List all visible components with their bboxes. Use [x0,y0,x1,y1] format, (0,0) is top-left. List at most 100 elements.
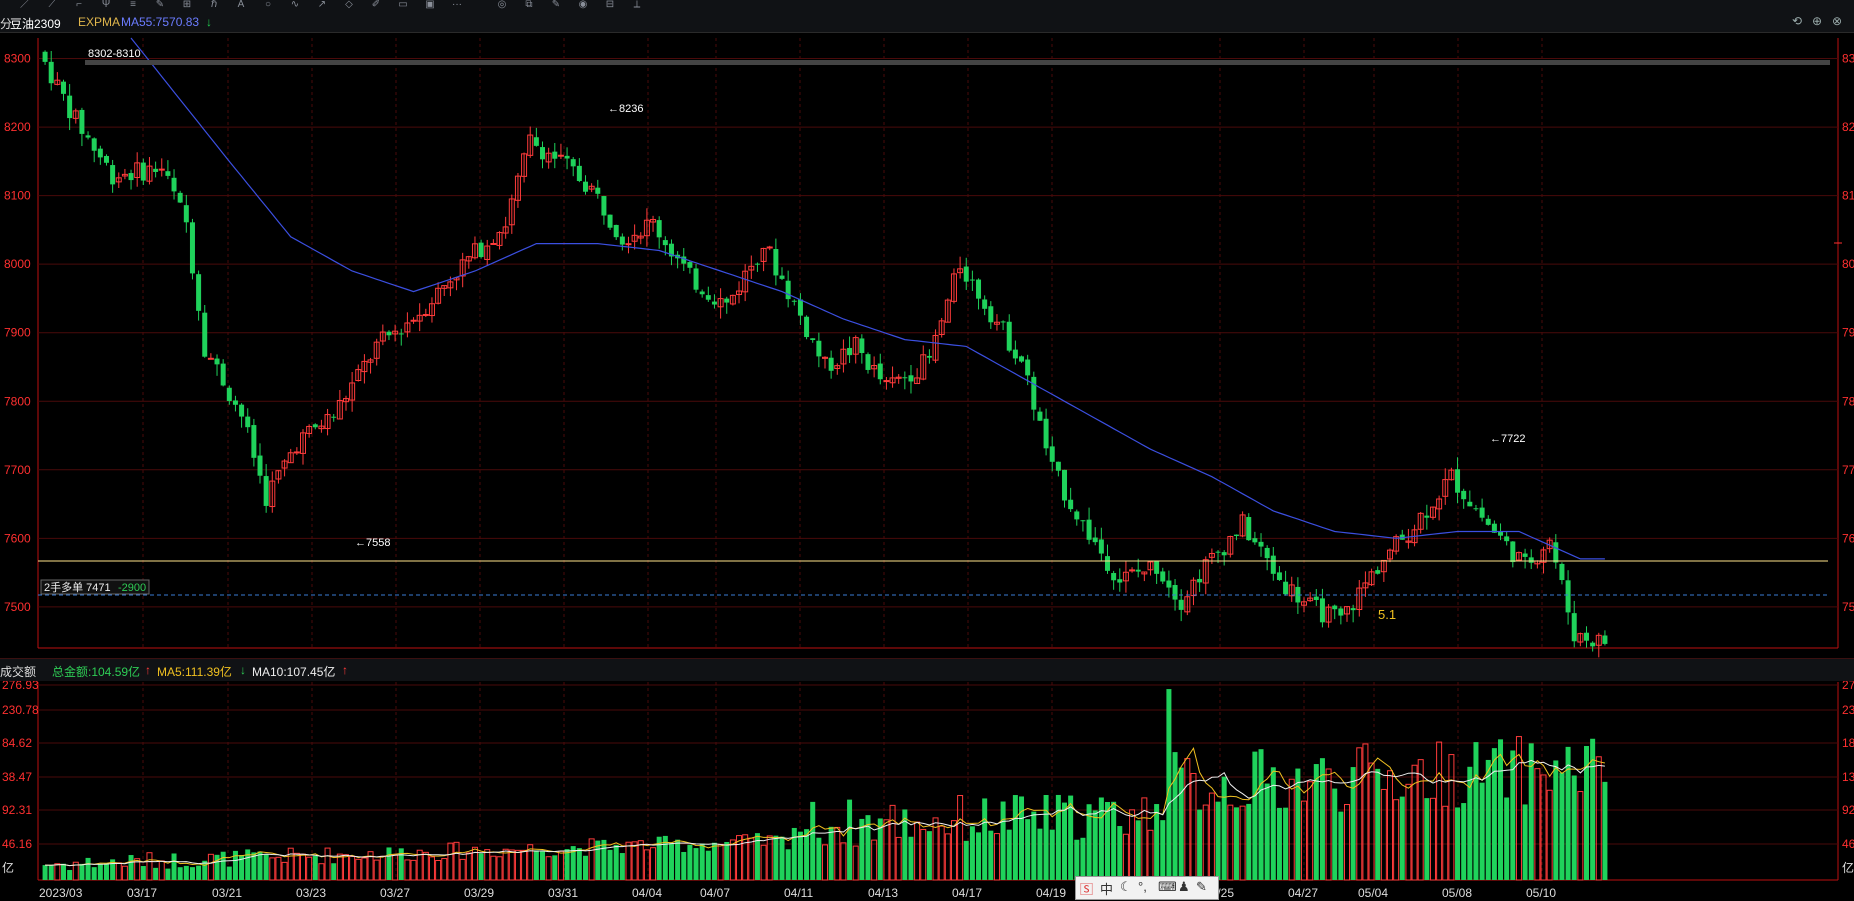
candle-body-down [1037,411,1043,421]
volume-bar-down [693,848,699,880]
volume-bar-down [1117,826,1123,880]
candle-body-down [1424,515,1430,518]
volume-bar-up [502,848,509,881]
candle-body-down [1559,563,1565,581]
volume-title: 成交额 [0,665,37,679]
volume-bar-up [957,795,964,881]
volume-bar-down [908,836,914,880]
candle-body-down [257,455,263,476]
volume-bar-up [650,847,657,881]
volume-bar-up [643,849,650,881]
candle-body-down [595,187,601,194]
ime-moon-icon[interactable]: ☾ [1120,879,1132,895]
volume-bar-up [1208,792,1215,881]
volume-bar-up [459,858,466,881]
ime-logo-icon[interactable]: 🅂 [1080,879,1093,898]
candle-body-down [926,355,932,358]
ime-user-icon[interactable]: ♟ [1178,879,1190,895]
volume-bar-up [871,839,878,881]
candle-body-down [1276,572,1282,580]
price-chart[interactable]: 8300 83 8200 82 8100 81 8000 80 7900 79 7800 78 7700… [0,0,1854,901]
volume-bar-up [1442,805,1449,881]
volume-bar-down [1062,802,1068,880]
volume-bar-down [1154,804,1160,880]
candle-body-down [103,155,109,163]
candle-body-down [724,298,730,303]
ime-mode[interactable]: 中 [1100,879,1113,898]
candle-body-down [1338,608,1344,616]
volume-bar-down [1098,797,1104,880]
candle-body-down [1154,561,1160,574]
volume-bar-down [773,835,779,880]
candle-body-up [422,314,429,317]
volume-bar-down [1215,801,1221,880]
candle-body-down [165,171,171,176]
volume-bar-up [410,859,417,881]
candle-body-down [183,205,189,223]
candle-body-down [1498,531,1504,536]
candle-body-down [1166,580,1172,588]
candle-body-up [207,357,214,360]
volume-bar-up [275,856,282,881]
candle-body-down [1055,461,1061,471]
volume-bar-down [828,826,834,880]
candle-body-down [711,301,717,305]
candle-body-down [85,135,91,138]
candle-body-down [67,95,73,119]
date-tick-label: 04/04 [632,886,662,900]
range-label: 8302-8310 [88,48,141,60]
volume-bar-down [1080,837,1086,880]
candle-body-down [214,358,220,365]
volume-bar-down [1479,782,1485,880]
volume-bar-up [441,858,448,881]
candle-body-down [42,51,48,62]
volume-bar-down [1338,811,1344,880]
volume-bar-up [146,852,153,881]
volume-bar-up [484,849,491,881]
candle-body-down [1215,551,1221,553]
ime-punct-icon[interactable]: °, [1138,879,1147,894]
candle-body-down [1160,571,1166,582]
candle-body-down [220,363,226,386]
candle-body-down [847,347,853,356]
ime-settings-icon[interactable]: ✎ [1196,879,1207,895]
candle-body-up [293,451,300,454]
volume-bar-down [1522,804,1528,880]
volume-tick-label-right: 92 [1842,803,1854,817]
volume-bar-up [306,856,313,881]
volume-bar-down [1037,828,1043,880]
candle-body-down [1135,569,1141,572]
candle-body-down [576,165,582,182]
volume-bar-down [1461,803,1467,880]
volume-bar-down [48,865,54,880]
ime-keyboard-icon[interactable]: ⌨ [1158,879,1177,895]
volume-bar-up [447,842,454,881]
date-tick-label: 03/17 [127,886,157,900]
candle-body-down [902,377,908,379]
volume-bar-down [1135,820,1141,880]
volume-bar-up [1288,778,1295,881]
volume-bar-up [625,841,632,881]
candle-body-down [601,196,607,216]
price-tick-label-right: 79 [1842,326,1854,340]
volume-bar-up [1429,797,1436,881]
candle-body-down [1080,520,1086,522]
candle-body-down [1172,585,1178,600]
ime-toolbar[interactable]: 🅂 中 ☾ °, ⌨ ♟ ✎ [1075,876,1219,900]
volume-bar-down [816,837,822,880]
volume-bar-down [153,867,159,880]
volume-bar-up [1577,791,1584,881]
candle-body-down [1565,580,1571,613]
volume-bar-down [1258,749,1264,880]
volume-bar-down [177,867,183,880]
candle-body-down [828,357,834,371]
volume-bar-down [140,866,146,880]
candle-body-down [1590,642,1596,647]
candle-body-down [564,155,570,159]
price-tick-label-right: 82 [1842,120,1854,134]
volume-tick-label-right: 46 [1842,837,1854,851]
volume-bar-down [988,830,994,880]
date-tick-label: 04/11 [784,886,813,900]
position-pnl: -2900 [118,582,146,594]
date-tick-label: 04/07 [700,886,730,900]
